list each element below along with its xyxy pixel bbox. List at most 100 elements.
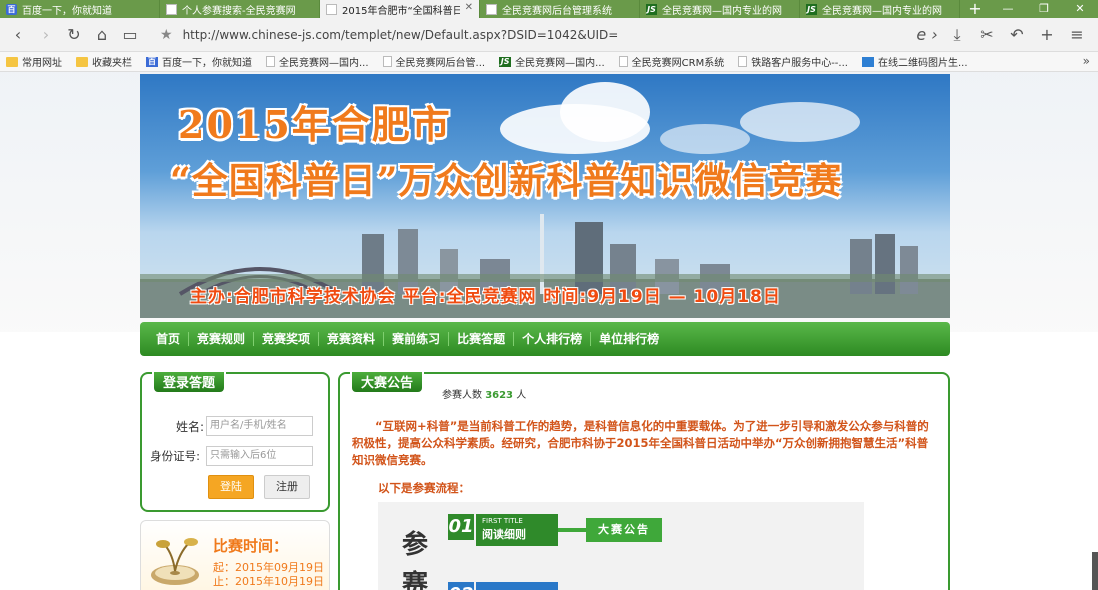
tab-label: 全民竞赛网—国内专业的网络 <box>822 5 942 17</box>
bookmark-item[interactable]: 在线二维码图片生... <box>861 54 968 69</box>
notice-body: “互联网+科普”是当前科普工作的趋势，是科普信息化的中重要载体。为了进一步引导和… <box>352 419 929 467</box>
nav-unit-ranking[interactable]: 单位排行榜 <box>591 332 667 346</box>
more-bookmarks-icon[interactable]: » <box>1083 54 1090 68</box>
js-icon: JS <box>806 3 817 15</box>
name-input[interactable]: 用户名/手机/姓名 <box>206 416 313 436</box>
step-box <box>476 582 558 590</box>
bookmark-item[interactable]: 全民竞赛网—国内... <box>266 54 369 69</box>
new-tab-button[interactable]: + <box>960 0 990 18</box>
add-icon[interactable]: + <box>1032 23 1062 47</box>
banner-title: 2015年合肥市 <box>178 102 452 147</box>
participant-count: 参赛人数 3623 人 <box>442 386 526 401</box>
bookmark-item[interactable]: 全民竞赛网后台管... <box>382 54 486 69</box>
close-window-icon[interactable]: ✕ <box>1062 0 1098 18</box>
participant-unit: 人 <box>516 390 527 401</box>
bookmark-label: 全民竞赛网后台管... <box>395 58 486 69</box>
flow-label: 以下是参赛流程： <box>378 481 470 495</box>
bookmark-item[interactable]: 收藏夹栏 <box>76 54 132 69</box>
bookmark-label: 在线二维码图片生... <box>877 58 968 69</box>
address-bar[interactable]: ★ http://www.chinese-js.com/templet/new/… <box>160 23 940 47</box>
bookmark-item[interactable]: 百百度一下，你就知道 <box>146 54 252 69</box>
notice-title: 大赛公告 <box>350 370 425 394</box>
url-text[interactable]: http://www.chinese-js.com/templet/new/De… <box>183 28 619 42</box>
bookmarks-bar: 常用网址 收藏夹栏 百百度一下，你就知道 全民竞赛网—国内... 全民竞赛网后台… <box>0 52 1098 72</box>
bookmark-item[interactable]: 常用网址 <box>6 54 62 69</box>
bookmark-item[interactable]: 铁路客户服务中心--... <box>738 54 848 69</box>
folder-icon <box>6 56 18 67</box>
browser-tab-bar: 百 百度一下，你就知道 个人参赛搜索-全民竞赛网 2015年合肥市“全国科普日”… <box>0 0 1098 18</box>
banner-info: 主办:合肥市科学技术协会 平台:全民竞赛网 时间:9月19日 — 10月18日 <box>190 287 781 307</box>
browser-tab-active[interactable]: 2015年合肥市“全国科普日”万众 ✕ <box>320 0 480 18</box>
browser-tab[interactable]: 个人参赛搜索-全民竞赛网 <box>160 0 320 18</box>
back-icon[interactable]: ‹ <box>4 21 32 49</box>
web-page: 2015年合肥市 “全国科普日”万众创新科普知识微信竞赛 主办:合肥市科学技术协… <box>0 72 1098 590</box>
login-title: 登录答题 <box>152 370 227 394</box>
nav-materials[interactable]: 竞赛资料 <box>319 332 385 346</box>
flow-side-text: 参 <box>402 530 429 560</box>
restore-icon[interactable]: ❐ <box>1026 0 1062 18</box>
nav-home[interactable]: 首页 <box>148 332 190 346</box>
bookmark-item[interactable]: JS 全民竞赛网—国内... <box>499 54 605 69</box>
reading-view-icon[interactable]: ▭ <box>116 21 144 49</box>
tab-label: 个人参赛搜索-全民竞赛网 <box>182 5 296 17</box>
name-row: 姓名: 用户名/手机/姓名 <box>142 416 313 436</box>
step-number: 02 <box>448 582 474 590</box>
register-button[interactable]: 注册 <box>264 475 310 499</box>
login-panel: 登录答题 姓名: 用户名/手机/姓名 身份证号: 只需输入后6位 登陆 注册 <box>140 370 330 512</box>
id-input[interactable]: 只需输入后6位 <box>206 446 313 466</box>
ie-mode-icon[interactable]: e › <box>912 23 942 47</box>
scrollbar-thumb[interactable] <box>1092 552 1098 590</box>
step-box: FIRST TITLE 阅读细则 <box>476 514 558 546</box>
participation-flow-image: 参 赛 01 FIRST TITLE 阅读细则 大赛公告 02 <box>378 502 864 590</box>
nav-personal-ranking[interactable]: 个人排行榜 <box>514 332 592 346</box>
refresh-icon[interactable]: ↻ <box>60 21 88 49</box>
tab-label: 全民竞赛网—国内专业的网络 <box>662 5 782 17</box>
browser-tab[interactable]: JS 全民竞赛网—国内专业的网络 <box>800 0 960 18</box>
menu-icon[interactable]: ≡ <box>1062 23 1092 47</box>
id-row: 身份证号: 只需输入后6位 <box>142 446 313 466</box>
qr-icon <box>861 56 874 67</box>
document-icon <box>486 3 497 15</box>
scissors-icon[interactable]: ✂ <box>972 23 1002 47</box>
browser-tab[interactable]: 全民竞赛网后台管理系统 <box>480 0 640 18</box>
nav-answer[interactable]: 比赛答题 <box>449 332 515 346</box>
forward-icon[interactable]: › <box>32 21 60 49</box>
login-button[interactable]: 登陆 <box>208 475 254 499</box>
banner: 2015年合肥市 “全国科普日”万众创新科普知识微信竞赛 主办:合肥市科学技术协… <box>140 74 950 318</box>
document-icon <box>618 56 628 67</box>
favorite-star-icon[interactable]: ★ <box>160 27 173 43</box>
browser-tab[interactable]: 百 百度一下，你就知道 <box>0 0 160 18</box>
participant-label: 参赛人数 <box>442 390 482 401</box>
js-icon: JS <box>499 56 512 67</box>
time-end: 止：2015年10月19日 <box>213 575 324 588</box>
minimize-icon[interactable]: — <box>990 0 1026 18</box>
js-icon: JS <box>646 3 657 15</box>
document-icon <box>738 56 748 67</box>
bookmark-label: 收藏夹栏 <box>92 58 132 69</box>
step-target: 大赛公告 <box>586 518 662 542</box>
time-title: 比赛时间： <box>213 537 289 555</box>
step-connector <box>558 528 586 532</box>
main-nav: 首页 竞赛规则 竞赛奖项 竞赛资料 赛前练习 比赛答题 个人排行榜 单位排行榜 <box>140 322 950 356</box>
bookmark-label: 全民竞赛网CRM系统 <box>631 58 725 69</box>
nav-rules[interactable]: 竞赛规则 <box>189 332 255 346</box>
bookmark-item[interactable]: 全民竞赛网CRM系统 <box>618 54 725 69</box>
browser-tab[interactable]: JS 全民竞赛网—国内专业的网络 <box>640 0 800 18</box>
name-label: 姓名: <box>175 419 204 434</box>
download-icon[interactable]: ⤓ <box>942 23 972 47</box>
document-icon <box>166 3 177 15</box>
banner-subtitle: “全国科普日”万众创新科普知识微信竞赛 <box>170 160 843 202</box>
disc-icon <box>151 538 199 585</box>
folder-icon <box>76 56 88 67</box>
home-icon[interactable]: ⌂ <box>88 21 116 49</box>
step-caption: FIRST TITLE <box>482 517 523 525</box>
bookmark-label: 铁路客户服务中心--... <box>751 58 848 69</box>
nav-awards[interactable]: 竞赛奖项 <box>254 332 320 346</box>
close-icon[interactable]: ✕ <box>465 2 473 13</box>
document-icon <box>266 56 275 67</box>
window-controls: — ❐ ✕ <box>990 0 1098 18</box>
flow-side-text: 赛 <box>402 570 429 590</box>
nav-practice[interactable]: 赛前练习 <box>384 332 450 346</box>
bookmark-label: 百度一下，你就知道 <box>162 58 252 69</box>
undo-icon[interactable]: ↶ <box>1002 23 1032 47</box>
